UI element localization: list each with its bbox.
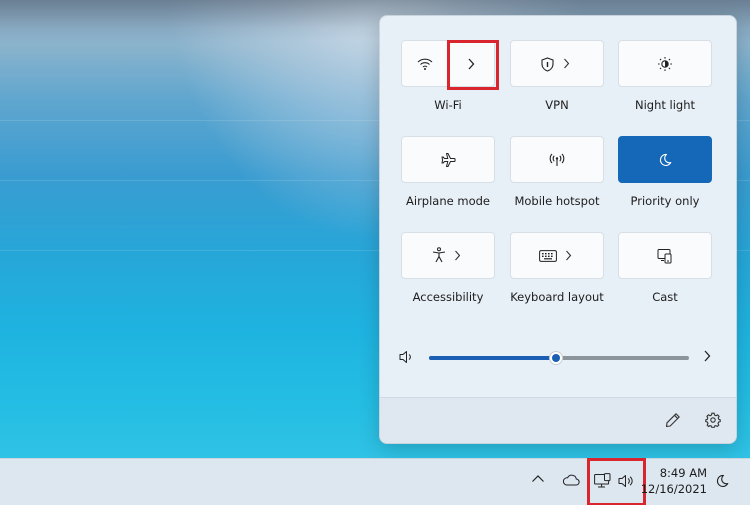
chevron-right-icon — [565, 250, 572, 261]
quick-settings-panel: Wi-Fi VPN Night light Airplane mode Mobi… — [379, 15, 737, 444]
taskbar-clock[interactable]: 8:49 AM 12/16/2021 — [637, 465, 707, 497]
settings-button[interactable] — [705, 412, 721, 428]
brightness-icon — [619, 41, 711, 86]
moon-icon — [619, 137, 711, 182]
shield-icon — [541, 57, 554, 72]
vpn-tile[interactable] — [510, 40, 604, 87]
chevron-right-icon — [563, 58, 570, 69]
speaker-icon[interactable] — [399, 350, 414, 364]
cast-label: Cast — [652, 290, 678, 304]
chevron-up-icon — [531, 474, 545, 483]
volume-slider-fill — [429, 356, 557, 360]
mobile-hotspot-label: Mobile hotspot — [514, 194, 600, 208]
night-light-label: Night light — [634, 98, 696, 112]
network-icon — [594, 473, 611, 488]
onedrive-tray-button[interactable] — [562, 474, 580, 486]
airplane-icon — [402, 137, 494, 182]
notification-center-button[interactable] — [715, 474, 729, 488]
network-tray-button[interactable] — [594, 473, 611, 488]
quick-settings-footer — [380, 397, 736, 443]
moon-icon — [715, 474, 729, 488]
volume-slider[interactable] — [429, 351, 689, 365]
keyboard-layout-tile[interactable] — [510, 232, 604, 279]
chevron-right-icon — [703, 350, 711, 362]
wifi-label: Wi-Fi — [434, 98, 462, 112]
cast-icon — [619, 233, 711, 278]
priority-only-label: Priority only — [630, 194, 700, 208]
taskbar: 8:49 AM 12/16/2021 — [0, 458, 750, 505]
airplane-mode-tile[interactable] — [401, 136, 495, 183]
highlight-box — [447, 40, 499, 90]
volume-tray-button[interactable] — [618, 474, 634, 488]
accessibility-tile[interactable] — [401, 232, 495, 279]
gear-icon — [705, 412, 721, 428]
volume-slider-thumb[interactable] — [549, 351, 564, 365]
accessibility-label: Accessibility — [412, 290, 484, 304]
night-light-tile[interactable] — [618, 40, 712, 87]
airplane-mode-label: Airplane mode — [406, 194, 490, 208]
volume-output-button[interactable] — [703, 350, 711, 362]
clock-time: 8:49 AM — [659, 466, 707, 480]
chevron-right-icon — [454, 250, 461, 261]
cast-tile[interactable] — [618, 232, 712, 279]
wifi-toggle-button[interactable] — [402, 41, 449, 86]
keyboard-layout-label: Keyboard layout — [510, 290, 604, 304]
clock-date: 12/16/2021 — [640, 482, 707, 496]
accessibility-icon — [432, 247, 446, 263]
wifi-icon — [417, 57, 433, 71]
pencil-icon — [665, 412, 681, 428]
mobile-hotspot-tile[interactable] — [510, 136, 604, 183]
vpn-label: VPN — [545, 98, 569, 112]
hotspot-icon — [511, 137, 603, 182]
keyboard-icon — [539, 250, 557, 262]
edit-quick-settings-button[interactable] — [665, 412, 681, 428]
priority-only-tile[interactable] — [618, 136, 712, 183]
speaker-icon — [618, 474, 634, 488]
cloud-icon — [562, 474, 580, 486]
show-hidden-icons-button[interactable] — [531, 474, 545, 483]
